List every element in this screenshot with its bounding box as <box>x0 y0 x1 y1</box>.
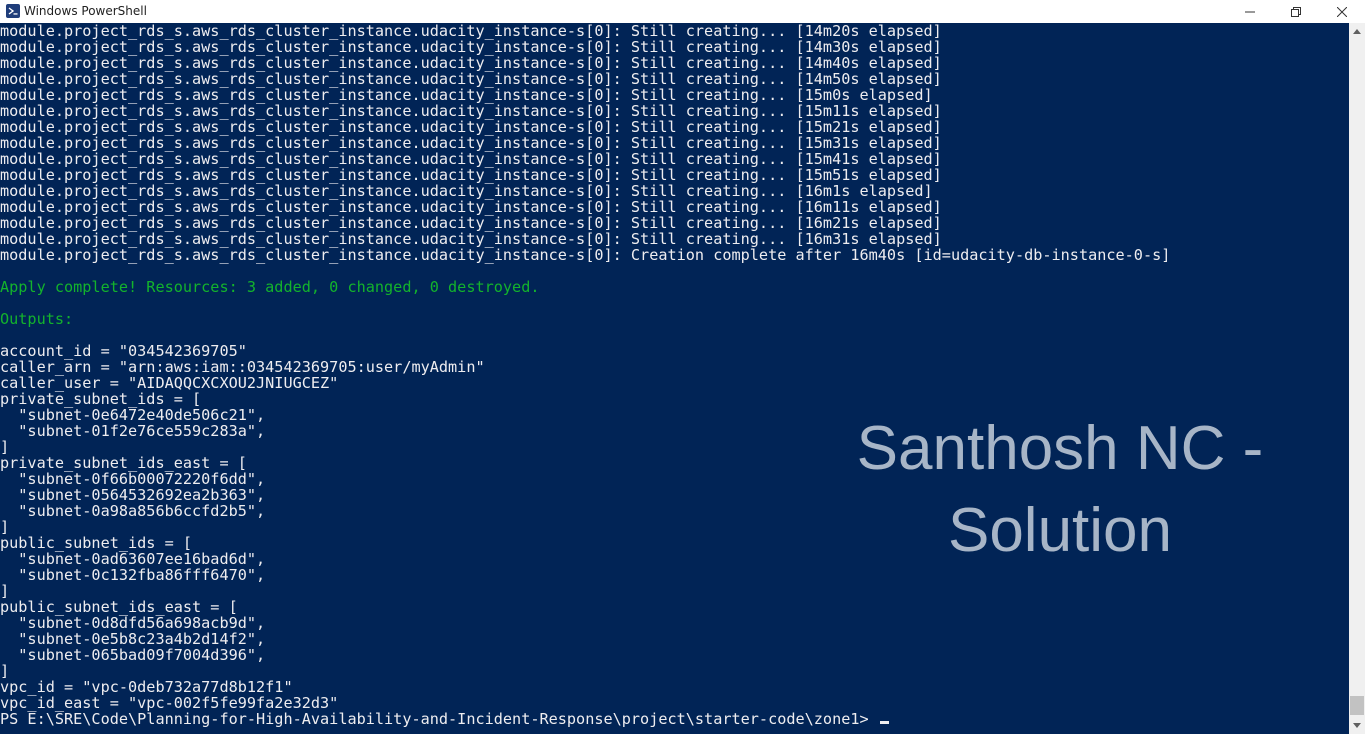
close-button[interactable] <box>1319 0 1365 23</box>
console-line: private_subnet_ids = [ <box>0 390 202 408</box>
console-line: account_id = "034542369705" <box>0 342 247 360</box>
restore-button[interactable] <box>1273 0 1319 23</box>
console-line: "subnet-065bad09f7004d396", <box>0 646 266 664</box>
watermark-line-1: Santhosh NC - <box>856 414 1264 483</box>
console-line: module.project_rds_s.aws_rds_cluster_ins… <box>0 118 942 136</box>
powershell-icon[interactable] <box>6 4 20 18</box>
console-line: caller_user = "AIDAQQCXCXOU2JNIUGCEZ" <box>0 374 339 392</box>
console-line: module.project_rds_s.aws_rds_cluster_ins… <box>0 38 942 56</box>
watermark: Santhosh NC - Solution <box>800 408 1320 572</box>
console-line: module.project_rds_s.aws_rds_cluster_ins… <box>0 150 942 168</box>
restore-icon <box>1291 2 1301 21</box>
minimize-icon <box>1245 2 1255 21</box>
console-line: Outputs: <box>0 310 74 328</box>
console-line: module.project_rds_s.aws_rds_cluster_ins… <box>0 102 942 120</box>
scrollbar-thumb[interactable] <box>1350 696 1364 715</box>
console-line: module.project_rds_s.aws_rds_cluster_ins… <box>0 134 942 152</box>
watermark-line-2: Solution <box>947 496 1173 565</box>
window-title: Windows PowerShell <box>24 4 147 18</box>
scroll-up-arrow-icon[interactable] <box>1349 23 1365 39</box>
scroll-down-arrow-icon[interactable] <box>1349 717 1365 733</box>
prompt-text: PS E:\SRE\Code\Planning-for-High-Availab… <box>0 710 878 728</box>
console-line: Apply complete! Resources: 3 added, 0 ch… <box>0 278 540 296</box>
console-output[interactable]: module.project_rds_s.aws_rds_cluster_ins… <box>0 23 1349 734</box>
console-line: module.project_rds_s.aws_rds_cluster_ins… <box>0 166 942 184</box>
console-line: module.project_rds_s.aws_rds_cluster_ins… <box>0 198 942 216</box>
console-line: "subnet-0d8dfd56a698acb9d", <box>0 614 266 632</box>
prompt-line[interactable]: PS E:\SRE\Code\Planning-for-High-Availab… <box>0 711 1170 727</box>
console-line: module.project_rds_s.aws_rds_cluster_ins… <box>0 214 942 232</box>
console-line: vpc_id_east = "vpc-002f5fe99fa2e32d3" <box>0 694 339 712</box>
console-line: caller_arn = "arn:aws:iam::034542369705:… <box>0 358 485 376</box>
text-cursor <box>879 721 889 724</box>
console-line: "subnet-0e5b8c23a4b2d14f2", <box>0 630 266 648</box>
console-line: module.project_rds_s.aws_rds_cluster_ins… <box>0 23 942 40</box>
console-line: module.project_rds_s.aws_rds_cluster_ins… <box>0 246 1171 264</box>
console-line: ] <box>0 582 10 600</box>
minimize-button[interactable] <box>1227 0 1273 23</box>
console-line: vpc_id = "vpc-0deb732a77d8b12f1" <box>0 678 293 696</box>
console-line: public_subnet_ids_east = [ <box>0 598 238 616</box>
console-line: module.project_rds_s.aws_rds_cluster_ins… <box>0 182 933 200</box>
console-line: module.project_rds_s.aws_rds_cluster_ins… <box>0 86 933 104</box>
console-line: module.project_rds_s.aws_rds_cluster_ins… <box>0 54 942 72</box>
close-icon <box>1336 2 1348 21</box>
console-lines: module.project_rds_s.aws_rds_cluster_ins… <box>0 23 1170 727</box>
title-bar[interactable]: Windows PowerShell <box>0 0 1365 24</box>
vertical-scrollbar[interactable] <box>1349 23 1365 734</box>
console-line: module.project_rds_s.aws_rds_cluster_ins… <box>0 70 942 88</box>
console-line: ] <box>0 662 10 680</box>
console-line: module.project_rds_s.aws_rds_cluster_ins… <box>0 230 942 248</box>
